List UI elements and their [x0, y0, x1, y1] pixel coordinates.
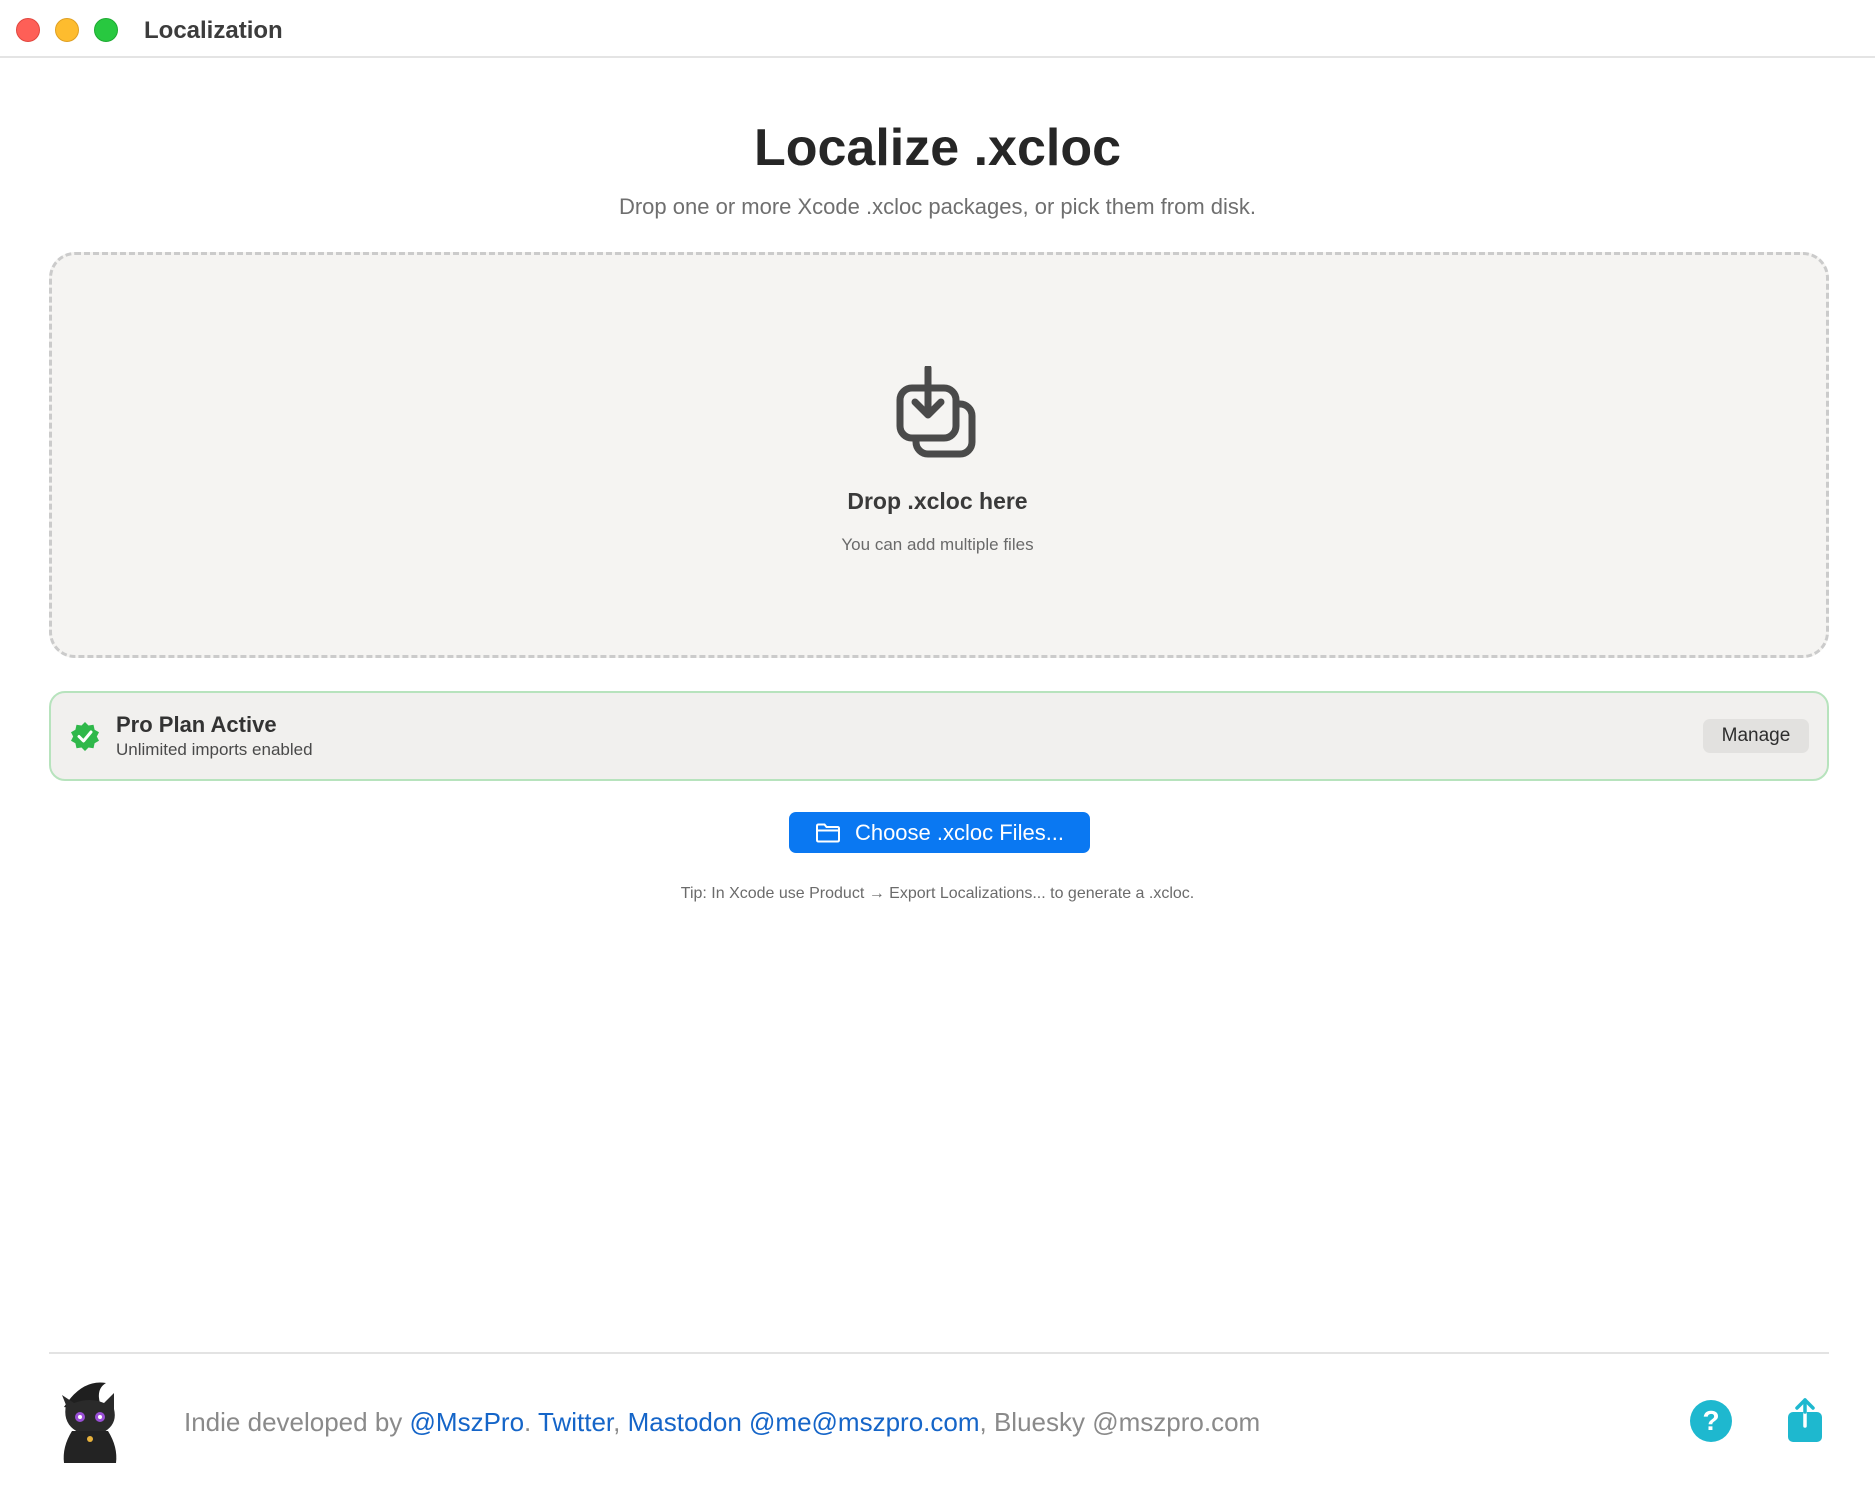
manage-button[interactable]: Manage: [1703, 719, 1809, 753]
footer-credits: Indie developed by @MszPro. Twitter, Mas…: [184, 1407, 1260, 1438]
choose-files-label: Choose .xcloc Files...: [854, 819, 1065, 845]
drop-zone-title: Drop .xcloc here: [847, 488, 1028, 514]
zoom-window-button[interactable]: [94, 18, 118, 42]
twitter-link[interactable]: Twitter: [538, 1407, 613, 1437]
mastodon-link[interactable]: Mastodon @me@mszpro.com: [628, 1407, 980, 1437]
plan-status-banner: [49, 691, 1829, 781]
author-handle-link[interactable]: @MszPro: [410, 1407, 525, 1437]
plan-title: Pro Plan Active: [116, 712, 277, 737]
share-icon[interactable]: [1786, 1398, 1824, 1444]
bluesky-text: , Bluesky @mszpro.com: [979, 1407, 1261, 1437]
plan-subtitle: Unlimited imports enabled: [116, 740, 313, 759]
app-window: Localization Localize .xcloc Drop one or…: [0, 0, 1875, 1509]
page-subtitle: Drop one or more Xcode .xcloc packages, …: [618, 194, 1257, 219]
footer-separator: .: [524, 1407, 539, 1437]
choose-files-button[interactable]: Choose .xcloc Files...: [789, 812, 1090, 853]
folder-icon: [815, 823, 840, 842]
close-window-button[interactable]: [16, 18, 40, 42]
footer-prefix: Indie developed by: [184, 1407, 410, 1437]
checkmark-seal-icon: [71, 722, 99, 751]
tip-text: Tip: In Xcode use Product → Export Local…: [680, 885, 1195, 902]
title-bar: Localization: [0, 0, 1875, 58]
help-button[interactable]: ?: [1690, 1400, 1732, 1442]
drop-zone-hint: You can add multiple files: [841, 535, 1034, 554]
avatar: [62, 1382, 117, 1463]
window-title: Localization: [144, 17, 283, 44]
tray-arrow-down-icon: [896, 366, 976, 458]
footer-divider: [49, 1352, 1829, 1354]
minimize-window-button[interactable]: [55, 18, 79, 42]
footer-separator: ,: [613, 1407, 628, 1437]
page-title: Localize .xcloc: [753, 119, 1122, 177]
question-mark-icon: ?: [1702, 1405, 1720, 1436]
